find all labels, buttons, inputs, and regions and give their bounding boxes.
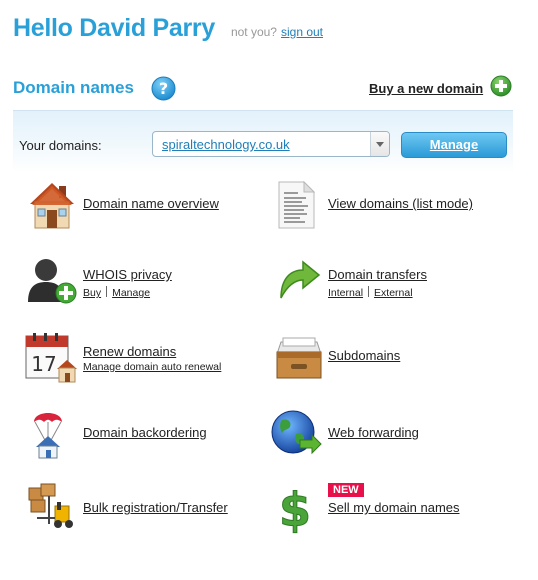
file-box-icon xyxy=(275,332,323,385)
auto-renewal-sub: Manage domain auto renewal xyxy=(83,361,221,373)
calendar-day: 17 xyxy=(31,352,56,376)
whois-sub-links: Buy Manage xyxy=(83,286,150,299)
divider xyxy=(368,286,370,297)
view-domains-link[interactable]: View domains (list mode) xyxy=(328,196,473,211)
help-icon[interactable]: ? xyxy=(151,76,176,106)
divider xyxy=(106,286,108,297)
domain-overview-link[interactable]: Domain name overview xyxy=(83,196,219,211)
greeting-title: Hello David Parry xyxy=(13,14,215,42)
section-title: Domain names xyxy=(13,78,134,97)
sign-out-link[interactable]: sign out xyxy=(281,25,323,39)
dollar-icon: $ xyxy=(278,480,318,539)
greeting: Hello David Parry not you? sign out xyxy=(13,14,323,43)
subdomains-link[interactable]: Subdomains xyxy=(328,348,400,363)
bulk-registration-link[interactable]: Bulk registration/Transfer xyxy=(83,500,228,515)
svg-text:?: ? xyxy=(159,79,168,98)
parachute-house-icon xyxy=(28,406,76,465)
user-add-icon xyxy=(26,256,78,311)
auto-renewal-link[interactable]: Manage domain auto renewal xyxy=(83,361,221,373)
globe-arrow-icon xyxy=(270,408,322,463)
add-icon[interactable] xyxy=(490,75,512,102)
whois-manage-link[interactable]: Manage xyxy=(112,287,150,299)
external-transfer-link[interactable]: External xyxy=(374,287,413,299)
svg-text:$: $ xyxy=(279,483,311,534)
domain-selector-bar: Your domains: spiraltechnology.co.uk Man… xyxy=(13,110,513,173)
domain-transfers-link[interactable]: Domain transfers xyxy=(328,267,427,282)
not-you-text: not you? xyxy=(230,25,277,39)
web-forwarding-link[interactable]: Web forwarding xyxy=(328,425,419,440)
internal-transfer-link[interactable]: Internal xyxy=(328,287,363,299)
manage-button[interactable]: Manage xyxy=(401,132,507,158)
domain-select[interactable]: spiraltechnology.co.uk xyxy=(152,131,390,157)
buy-new-domain-link[interactable]: Buy a new domain xyxy=(369,81,483,96)
whois-buy-link[interactable]: Buy xyxy=(83,287,101,299)
renew-domains-link[interactable]: Renew domains xyxy=(83,344,176,359)
new-badge: NEW xyxy=(328,483,364,497)
transfer-sub-links: Internal External xyxy=(328,286,413,299)
your-domains-label: Your domains: xyxy=(19,138,102,153)
forklift-icon xyxy=(27,482,77,535)
whois-privacy-link[interactable]: WHOIS privacy xyxy=(83,267,172,282)
domain-backordering-link[interactable]: Domain backordering xyxy=(83,425,207,440)
transfer-arrow-icon xyxy=(275,256,321,309)
sell-domains-link[interactable]: Sell my domain names xyxy=(328,500,460,515)
selected-domain-value: spiraltechnology.co.uk xyxy=(162,137,290,152)
house-icon xyxy=(28,180,76,235)
calendar-icon: 17 xyxy=(24,332,80,389)
document-icon xyxy=(276,180,316,235)
chevron-down-icon[interactable] xyxy=(370,132,389,156)
